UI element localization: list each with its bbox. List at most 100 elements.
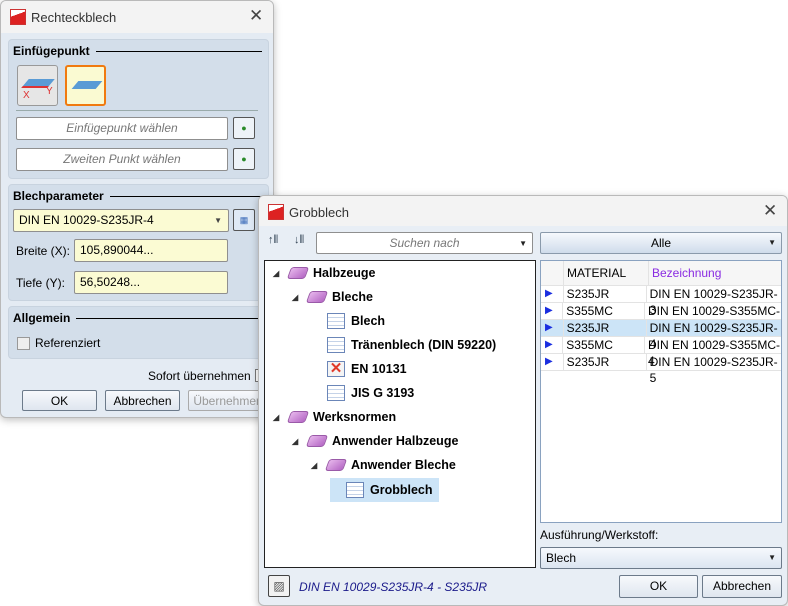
group-header: Allgemein bbox=[13, 311, 262, 325]
tree-item[interactable]: ◢ Halbzeuge bbox=[273, 262, 376, 284]
chevron-down-icon: ▼ bbox=[768, 238, 776, 247]
group-header: Einfügepunkt bbox=[13, 44, 262, 58]
tree-item-label: EN 10131 bbox=[351, 362, 407, 376]
second-point-field[interactable]: Zweiten Punkt wählen bbox=[16, 148, 228, 171]
dialog-title: Grobblech bbox=[289, 205, 349, 220]
axis-x-label: X bbox=[23, 90, 30, 101]
axis-y-label: Y bbox=[46, 86, 53, 97]
row-pointer-icon: ▶ bbox=[541, 286, 564, 302]
tree-item[interactable]: JIS G 3193 bbox=[311, 382, 414, 404]
column-material[interactable]: MATERIAL bbox=[564, 261, 649, 285]
corner-mode-button[interactable]: X Y bbox=[17, 65, 58, 106]
table-row[interactable]: ▶ S235JR DIN EN 10029-S235JR-5 bbox=[541, 354, 781, 385]
cancel-button[interactable]: Abbrechen bbox=[702, 575, 782, 598]
tree-item-label: Anwender Bleche bbox=[351, 458, 456, 472]
cell-material: S355MC bbox=[563, 303, 645, 319]
tree-item-label: Werksnormen bbox=[313, 410, 397, 424]
cell-bezeichnung: DIN EN 10029-S235JR-5 bbox=[649, 355, 778, 385]
tree-item[interactable]: ◢ Anwender Bleche bbox=[311, 454, 456, 476]
chevron-down-icon: ▼ bbox=[214, 216, 222, 225]
cell-bezeichnung: DIN EN 10029-S355MC-3 bbox=[647, 304, 781, 334]
cell-material: S355MC bbox=[563, 337, 645, 353]
tree-item-label: Bleche bbox=[332, 290, 373, 304]
table-icon bbox=[327, 385, 345, 401]
row-pointer-icon: ▶ bbox=[541, 320, 564, 336]
filter-select[interactable]: Alle ▼ bbox=[540, 232, 782, 254]
sort-ascending-icon[interactable]: ↑⫴ bbox=[268, 234, 278, 247]
cell-bezeichnung: DIN EN 10029-S235JR-4 bbox=[649, 321, 778, 351]
search-input[interactable]: Suchen nach ▼ bbox=[316, 232, 533, 254]
cancel-button[interactable]: Abbrechen bbox=[105, 390, 180, 411]
variant-select[interactable]: Blech ▼ bbox=[540, 547, 782, 569]
material-grid[interactable]: MATERIAL Bezeichnung ▶ S235JR DIN EN 10029… bbox=[540, 260, 782, 523]
insert-point-field[interactable]: Einfügepunkt wählen bbox=[16, 117, 228, 140]
expand-arrow-icon[interactable]: ◢ bbox=[292, 293, 302, 302]
tree-item[interactable]: Tränenblech (DIN 59220) bbox=[311, 334, 496, 356]
table-row[interactable]: ▶ S355MC DIN EN 10029-S355MC-4 bbox=[541, 337, 781, 368]
tree-item[interactable]: ◢ Bleche bbox=[292, 286, 373, 308]
plate-icon bbox=[71, 81, 103, 89]
group-blechparameter: Blechparameter DIN EN 10029-S235JR-4 ▼ ▦… bbox=[8, 184, 269, 301]
expand-arrow-icon[interactable]: ◢ bbox=[273, 269, 283, 278]
close-icon[interactable]: ✕ bbox=[249, 6, 263, 26]
expand-arrow-icon[interactable]: ◢ bbox=[273, 413, 283, 422]
referenced-checkbox[interactable] bbox=[17, 337, 30, 350]
preview-image-icon[interactable]: ▨ bbox=[268, 575, 290, 597]
close-icon[interactable]: ✕ bbox=[763, 201, 777, 221]
immediate-apply-label: Sofort übernehmen bbox=[148, 369, 251, 383]
sort-descending-icon[interactable]: ↓⫴ bbox=[294, 234, 304, 247]
table-row[interactable]: ▶S355MCDIN EN 10029-S355MC-3 bbox=[541, 303, 781, 334]
tree-item[interactable]: Grobblech bbox=[330, 478, 439, 502]
tree-item[interactable]: Blech bbox=[311, 310, 385, 332]
ok-button[interactable]: OK bbox=[619, 575, 698, 598]
search-placeholder: Suchen nach bbox=[389, 236, 460, 250]
sheet-select-value: DIN EN 10029-S235JR-4 bbox=[19, 213, 154, 227]
group-header: Blechparameter bbox=[13, 189, 262, 203]
expand-arrow-icon[interactable]: ◢ bbox=[292, 437, 302, 446]
cell-material: S235JR bbox=[564, 286, 647, 302]
table-icon bbox=[327, 337, 345, 353]
expand-arrow-icon[interactable]: ◢ bbox=[311, 461, 321, 470]
tree-item[interactable]: ◢ Anwender Halbzeuge bbox=[292, 430, 458, 452]
cell-material: S235JR bbox=[564, 320, 647, 336]
divider bbox=[16, 110, 258, 111]
tree-item[interactable]: ◢ Werksnormen bbox=[273, 406, 396, 428]
sheet-select[interactable]: DIN EN 10029-S235JR-4 ▼ bbox=[13, 209, 229, 232]
tree-item[interactable]: ✕ EN 10131 bbox=[311, 358, 407, 380]
tree-item-label: Anwender Halbzeuge bbox=[332, 434, 459, 448]
row-pointer-icon: ▶ bbox=[541, 303, 564, 319]
rechteckblech-dialog: Rechteckblech ✕ Einfügepunkt X Y Einfüge… bbox=[0, 0, 274, 418]
row-header-column bbox=[541, 261, 564, 285]
app-logo-icon bbox=[268, 204, 284, 220]
pick-point-icon[interactable]: ● bbox=[233, 117, 255, 139]
ok-button[interactable]: OK bbox=[22, 390, 97, 411]
status-text: DIN EN 10029-S235JR-4 - S235JR bbox=[299, 580, 488, 594]
grobblech-dialog: Grobblech ✕ ↑⫴ ↓⫴ Suchen nach ▼ Alle ▼ ◢… bbox=[258, 195, 788, 606]
column-bezeichnung[interactable]: Bezeichnung bbox=[649, 261, 721, 285]
table-row[interactable]: ▶ S235JR DIN EN 10029-S235JR-4 bbox=[541, 320, 781, 351]
table-row[interactable]: ▶ S235JR DIN EN 10029-S235JR-3 bbox=[541, 286, 781, 317]
pick-point-icon[interactable]: ● bbox=[233, 148, 255, 170]
table-icon bbox=[346, 482, 364, 498]
referenced-label: Referenziert bbox=[35, 336, 101, 350]
grid-header: MATERIAL Bezeichnung bbox=[541, 261, 781, 286]
category-tree[interactable]: ◢ Halbzeuge ◢ Bleche Blech Tränenblech (DIN 5… bbox=[264, 260, 536, 568]
width-label: Breite (X): bbox=[16, 244, 71, 258]
dialog-title: Rechteckblech bbox=[31, 10, 117, 25]
tree-item-label: Grobblech bbox=[370, 483, 433, 497]
depth-input[interactable]: 56,50248... bbox=[74, 271, 228, 294]
filter-value: Alle bbox=[650, 236, 671, 250]
book-icon bbox=[324, 459, 348, 471]
book-icon bbox=[305, 291, 329, 303]
width-input[interactable]: 105,890044... bbox=[74, 239, 228, 262]
book-icon bbox=[286, 411, 310, 423]
tree-item-label: JIS G 3193 bbox=[351, 386, 415, 400]
row-pointer-icon: ▶ bbox=[541, 337, 564, 353]
cell-bezeichnung: DIN EN 10029-S355MC-4 bbox=[647, 338, 781, 368]
two-point-mode-button[interactable] bbox=[65, 65, 106, 106]
table-browse-icon[interactable]: ▦ bbox=[233, 209, 255, 231]
apply-button[interactable]: Übernehmen bbox=[188, 390, 268, 411]
tree-item-label: Halbzeuge bbox=[313, 266, 376, 280]
book-icon bbox=[305, 435, 329, 447]
row-pointer-icon: ▶ bbox=[541, 354, 564, 370]
